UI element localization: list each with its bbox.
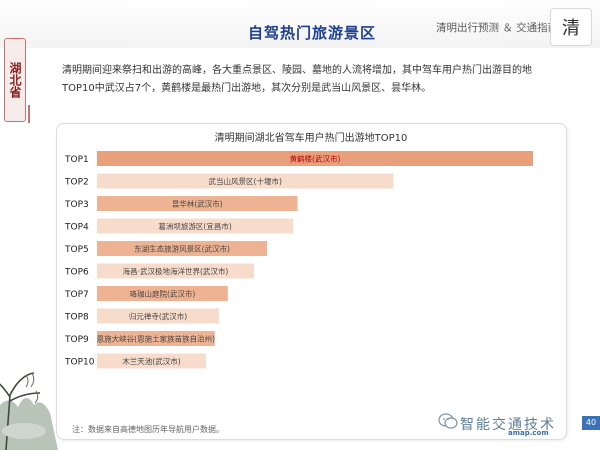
intro-paragraph: 清明期间迎来祭扫和出游的高峰，各大重点景区、陵园、墓地的人流将增加，其中驾车用户…	[62, 65, 532, 94]
category-label: TOP5	[64, 245, 89, 255]
category-label: TOP3	[64, 200, 89, 210]
category-label: TOP6	[64, 268, 89, 278]
section-title: 自驾热门旅游景区	[248, 24, 377, 42]
bar-label: 武当山风景区(十堰市)	[209, 176, 282, 186]
category-label: TOP7	[64, 290, 89, 300]
bar-label: 东湖生态旅游风景区(武汉市)	[134, 244, 230, 254]
seal-logo: 清	[550, 8, 592, 46]
landscape-illustration	[0, 372, 58, 450]
wechat-icon	[438, 413, 458, 429]
category-label: TOP2	[64, 178, 89, 188]
bar-chart: 清明期间湖北省驾车用户热门出游地TOP10 TOP1 黄鹤楼(武汉市) TOP2 武当…	[64, 131, 533, 369]
province-tag: 湖北省	[4, 38, 26, 122]
page-number: 40	[582, 416, 600, 430]
bar-label: 归元禅寺(武汉市)	[129, 311, 187, 321]
chart-card: 清明期间湖北省驾车用户热门出游地TOP10 TOP1 黄鹤楼(武汉市) TOP2 武当…	[56, 123, 567, 440]
bar-label: 珞珈山庭院(武汉市)	[129, 289, 195, 299]
brand-label: amap.com	[508, 429, 549, 437]
bar-label: 黄鹤楼(武汉市)	[290, 154, 341, 164]
bar-label: 葛洲坝旅游区(宜昌市)	[158, 221, 231, 231]
bar-label: 木兰天池(武汉市)	[122, 356, 180, 366]
category-label: TOP4	[64, 223, 89, 233]
bar-label: 昙华林(武汉市)	[172, 199, 223, 209]
bar-label: 海昌·武汉极地海洋世界(武汉市)	[123, 266, 229, 276]
bar-label: 恩施大峡谷(恩施土家族苗族自治州)	[97, 334, 215, 344]
chart-title: 清明期间湖北省驾车用户热门出游地TOP10	[215, 131, 408, 144]
category-label: TOP8	[64, 313, 89, 323]
decorative-accent	[28, 105, 42, 123]
category-label: TOP1	[64, 155, 89, 165]
report-title: 清明出行预测 ＆ 交通指南	[436, 22, 559, 34]
footnote: 注：数据来自高德地图历年导航用户数据。	[72, 425, 224, 434]
